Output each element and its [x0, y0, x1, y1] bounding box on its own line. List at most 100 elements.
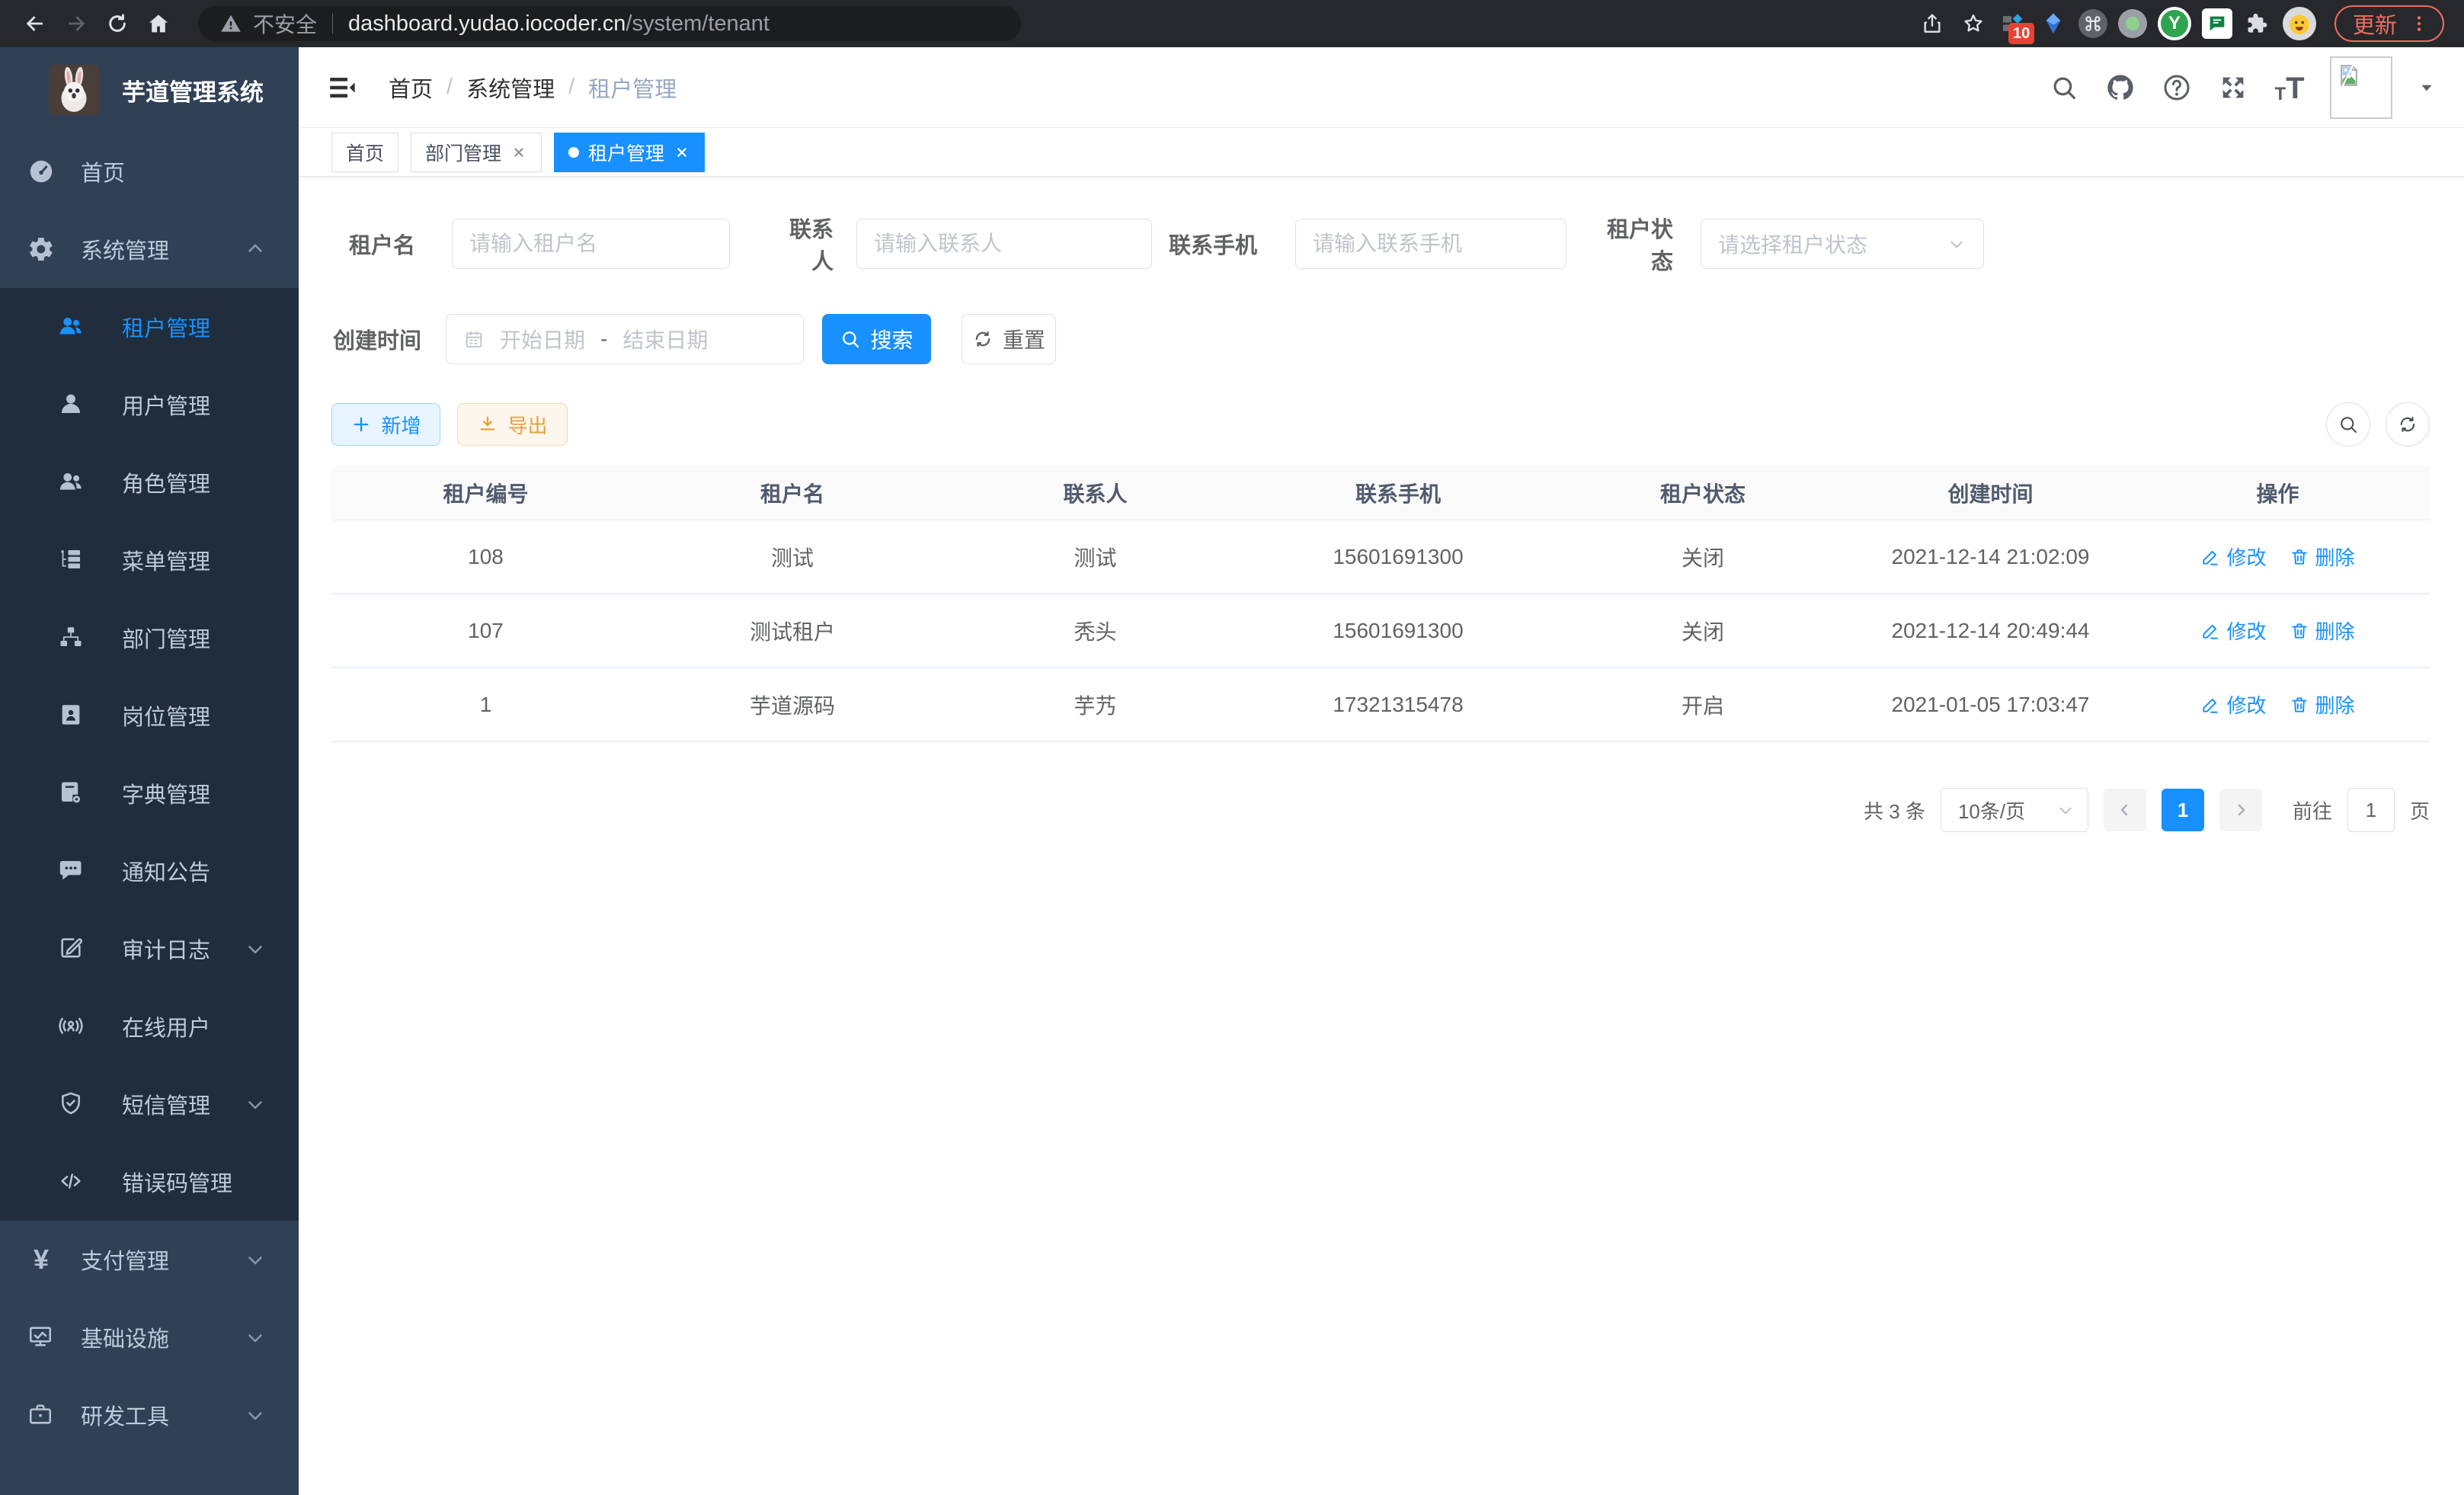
- close-icon[interactable]: [674, 144, 690, 161]
- profile-emoji-icon[interactable]: [2283, 7, 2316, 40]
- dictionary-book-icon: [58, 780, 85, 807]
- mobile-label: 联系手机: [1167, 228, 1257, 260]
- add-button[interactable]: 新增: [331, 403, 440, 446]
- sidebar-item-sms[interactable]: 短信管理: [0, 1065, 299, 1143]
- chevron-down-icon: [1947, 234, 1966, 254]
- address-bar[interactable]: 不安全 dashboard.yudao.iocoder.cn/system/te…: [198, 6, 1021, 41]
- extension-kite-icon[interactable]: [2039, 9, 2068, 38]
- browser-home-icon[interactable]: [143, 8, 174, 39]
- chrome-update-button[interactable]: 更新: [2334, 5, 2444, 42]
- table-toolbar: 新增 导出: [331, 402, 2430, 447]
- sidebar-item-label: 岗位管理: [122, 699, 299, 731]
- search-icon[interactable]: [2048, 72, 2080, 104]
- font-size-icon[interactable]: TT: [2274, 72, 2306, 104]
- extension-chat-icon[interactable]: [2202, 8, 2232, 39]
- breadcrumb-separator: /: [568, 75, 574, 100]
- sidebar-item-infra[interactable]: 基础设施: [0, 1298, 299, 1376]
- contact-input[interactable]: [856, 219, 1152, 269]
- share-icon[interactable]: [1917, 8, 1947, 39]
- reset-button-label: 重置: [1003, 324, 1045, 354]
- sidebar-item-role[interactable]: 角色管理: [0, 443, 299, 521]
- delete-link[interactable]: 删除: [2290, 543, 2355, 571]
- extension-command-icon[interactable]: [2078, 9, 2107, 38]
- sidebar-item-online-users[interactable]: 在线用户: [0, 988, 299, 1065]
- browser-toolbar: 不安全 dashboard.yudao.iocoder.cn/system/te…: [0, 0, 2464, 47]
- tag-home[interactable]: 首页: [331, 133, 398, 172]
- prev-page-button[interactable]: [2104, 789, 2146, 831]
- sidebar-item-dict[interactable]: 字典管理: [0, 754, 299, 832]
- browser-forward-icon[interactable]: [61, 8, 91, 39]
- sidebar-item-post[interactable]: 岗位管理: [0, 677, 299, 754]
- breadcrumb-system[interactable]: 系统管理: [466, 72, 555, 104]
- avatar[interactable]: [2330, 56, 2392, 119]
- edit-link[interactable]: 修改: [2200, 543, 2266, 571]
- browser-back-icon[interactable]: [20, 8, 50, 39]
- status-select[interactable]: 请选择租户状态: [1701, 219, 1984, 269]
- goto-page-input[interactable]: [2347, 788, 2395, 832]
- chat-bubble-icon: [58, 857, 85, 885]
- tag-label: 租户管理: [588, 139, 664, 166]
- page-size-select[interactable]: 10条/页: [1941, 788, 2088, 832]
- cell-created: 2021-12-14 21:02:09: [1855, 545, 2126, 569]
- breadcrumb-home[interactable]: 首页: [389, 72, 433, 104]
- contact-label: 联系人: [773, 212, 834, 276]
- next-page-button[interactable]: [2219, 789, 2262, 831]
- delete-link[interactable]: 删除: [2290, 690, 2355, 719]
- date-range-picker[interactable]: 开始日期 - 结束日期: [446, 314, 804, 364]
- sidebar-item-error-code[interactable]: 错误码管理: [0, 1143, 299, 1221]
- tag-label: 部门管理: [425, 139, 501, 166]
- help-icon[interactable]: [2161, 72, 2193, 104]
- tag-tenant[interactable]: 租户管理: [554, 133, 705, 172]
- user-menu-caret-icon[interactable]: [2417, 78, 2437, 98]
- sidebar-item-label: 支付管理: [81, 1244, 244, 1276]
- search-button-label: 搜索: [870, 324, 913, 354]
- sidebar-item-dev-tools[interactable]: 研发工具: [0, 1376, 299, 1454]
- browser-reload-icon[interactable]: [102, 8, 133, 39]
- refresh-table-button[interactable]: [2386, 402, 2430, 447]
- delete-link[interactable]: 删除: [2290, 616, 2355, 645]
- col-status: 租户状态: [1550, 478, 1855, 508]
- kebab-menu-icon[interactable]: [2409, 14, 2429, 34]
- trash-icon: [2290, 621, 2309, 641]
- extension-tasks-icon[interactable]: 10: [1999, 9, 2028, 38]
- bookmark-star-icon[interactable]: [1958, 8, 1989, 39]
- create-time-label: 创建时间: [331, 323, 421, 355]
- tenant-name-input[interactable]: [452, 219, 730, 269]
- extension-y-icon[interactable]: Y: [2158, 7, 2191, 40]
- github-icon[interactable]: [2104, 72, 2136, 104]
- page-number-1[interactable]: 1: [2162, 789, 2204, 831]
- sidebar-item-system[interactable]: 系统管理: [0, 210, 299, 288]
- sidebar-item-menu[interactable]: 菜单管理: [0, 521, 299, 599]
- mobile-input[interactable]: [1295, 219, 1566, 269]
- sidebar-item-tenant[interactable]: 租户管理: [0, 288, 299, 366]
- sidebar-item-label: 错误码管理: [122, 1166, 299, 1198]
- edit-link[interactable]: 修改: [2200, 690, 2266, 719]
- app-logo-rabbit-image: [49, 65, 99, 115]
- close-icon[interactable]: [510, 144, 527, 161]
- export-button[interactable]: 导出: [457, 403, 568, 446]
- tag-dept[interactable]: 部门管理: [411, 133, 542, 172]
- users-icon: [58, 313, 85, 341]
- edit-link[interactable]: 修改: [2200, 616, 2266, 645]
- sidebar-item-user[interactable]: 用户管理: [0, 366, 299, 443]
- sidebar-item-label: 部门管理: [122, 622, 299, 654]
- sidebar-collapse-icon[interactable]: [326, 72, 358, 104]
- reset-button[interactable]: 重置: [962, 314, 1056, 364]
- sidebar-item-audit-log[interactable]: 审计日志: [0, 910, 299, 988]
- tenant-name-label: 租户名: [331, 228, 415, 260]
- sidebar-item-notice[interactable]: 通知公告: [0, 832, 299, 910]
- toggle-search-button[interactable]: [2326, 402, 2370, 447]
- extensions-puzzle-icon[interactable]: [2243, 9, 2272, 38]
- breadcrumb-separator: /: [446, 75, 453, 100]
- extension-dot-icon[interactable]: [2118, 9, 2147, 38]
- app-logo-row[interactable]: 芋道管理系统: [0, 47, 299, 133]
- tree-list-icon: [58, 546, 85, 574]
- cell-tenant-id: 107: [331, 619, 640, 643]
- sidebar-item-pay[interactable]: ¥ 支付管理: [0, 1221, 299, 1298]
- fullscreen-icon[interactable]: [2217, 72, 2249, 104]
- sidebar-item-home[interactable]: 首页: [0, 133, 299, 210]
- search-button[interactable]: 搜索: [822, 314, 931, 364]
- sidebar-item-dept[interactable]: 部门管理: [0, 599, 299, 677]
- table-row: 1 芋道源码 芋艿 17321315478 开启 2021-01-05 17:0…: [331, 668, 2430, 742]
- add-button-label: 新增: [381, 411, 421, 439]
